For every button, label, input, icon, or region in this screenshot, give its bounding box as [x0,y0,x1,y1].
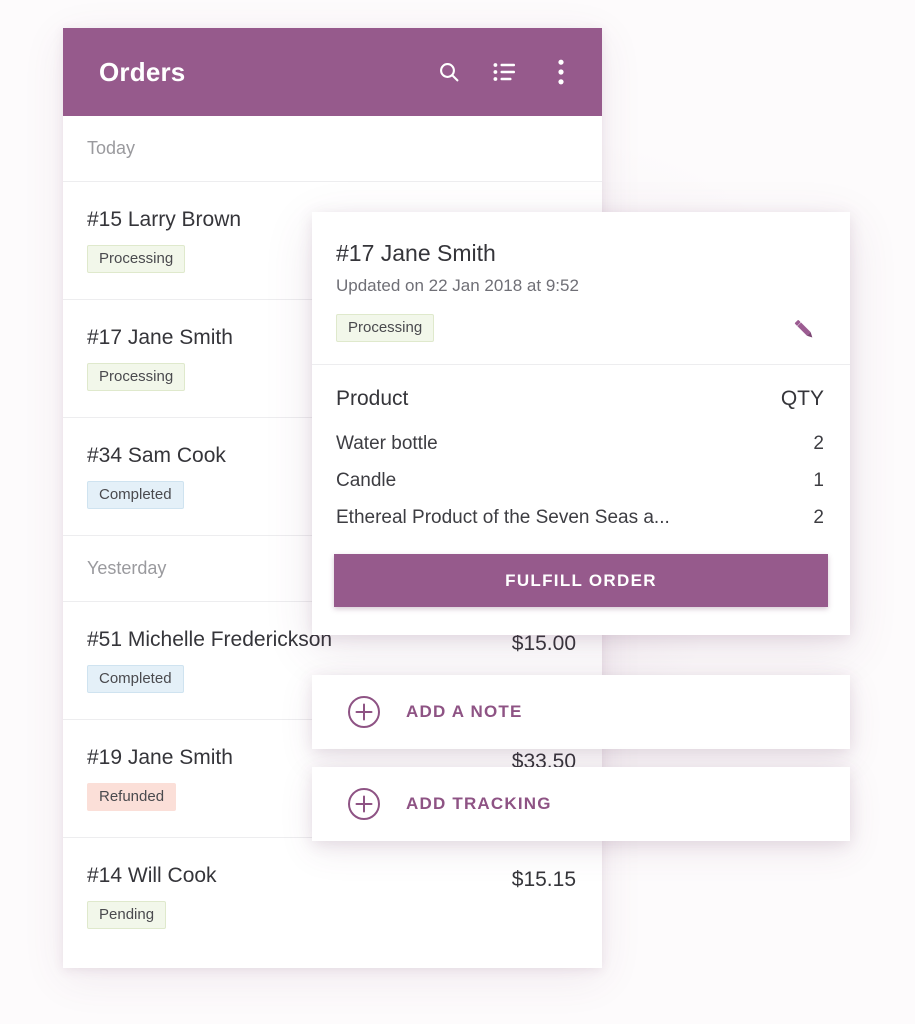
product-table: Product QTY Water bottle 2 Candle 1 Ethe… [312,365,850,544]
add-a-note-card[interactable]: ADD A NOTE [312,675,850,749]
add-tracking-card[interactable]: ADD TRACKING [312,767,850,841]
order-name: #14 Will Cook [87,864,512,888]
group-header-today: Today [63,116,602,182]
pencil-icon[interactable] [784,310,824,350]
product-name: Candle [336,470,416,492]
table-row: Water bottle 2 [336,433,824,470]
order-info: #14 Will Cook Pending [87,838,512,929]
detail-updated-timestamp: Updated on 22 Jan 2018 at 9:52 [336,276,824,296]
status-badge: Processing [87,245,185,273]
status-badge: Processing [336,314,434,342]
product-name: Ethereal Product of the Seven Seas a... [336,507,690,529]
orders-app-bar: Orders [63,28,602,116]
app-bar-actions [436,59,574,85]
plus-circle-icon [346,786,382,822]
detail-title: #17 Jane Smith [336,240,824,267]
column-header-qty: QTY [781,387,824,411]
add-a-note-label: ADD A NOTE [406,702,523,722]
table-row: Candle 1 [336,470,824,507]
table-row[interactable]: #14 Will Cook Pending $15.15 [63,838,602,956]
status-badge: Refunded [87,783,176,811]
column-header-product: Product [336,387,408,411]
table-header-row: Product QTY [336,387,824,433]
fulfill-order-button[interactable]: FULFILL ORDER [334,554,828,607]
product-name: Water bottle [336,433,458,455]
product-qty: 2 [813,433,824,455]
detail-header: #17 Jane Smith Updated on 22 Jan 2018 at… [312,212,850,365]
add-tracking-label: ADD TRACKING [406,794,552,814]
status-badge: Pending [87,901,166,929]
search-icon[interactable] [436,59,462,85]
product-qty: 1 [813,470,824,492]
plus-circle-icon [346,694,382,730]
page-title: Orders [99,57,436,88]
order-price: $15.15 [512,838,576,892]
table-row: Ethereal Product of the Seven Seas a... … [336,507,824,544]
overflow-menu-icon[interactable] [548,59,574,85]
product-qty: 2 [813,507,824,529]
status-badge: Processing [87,363,185,391]
order-detail-card: #17 Jane Smith Updated on 22 Jan 2018 at… [312,212,850,635]
list-filter-icon[interactable] [492,59,518,85]
status-badge: Completed [87,481,184,509]
fulfill-action-area: FULFILL ORDER [312,544,850,635]
status-badge: Completed [87,665,184,693]
